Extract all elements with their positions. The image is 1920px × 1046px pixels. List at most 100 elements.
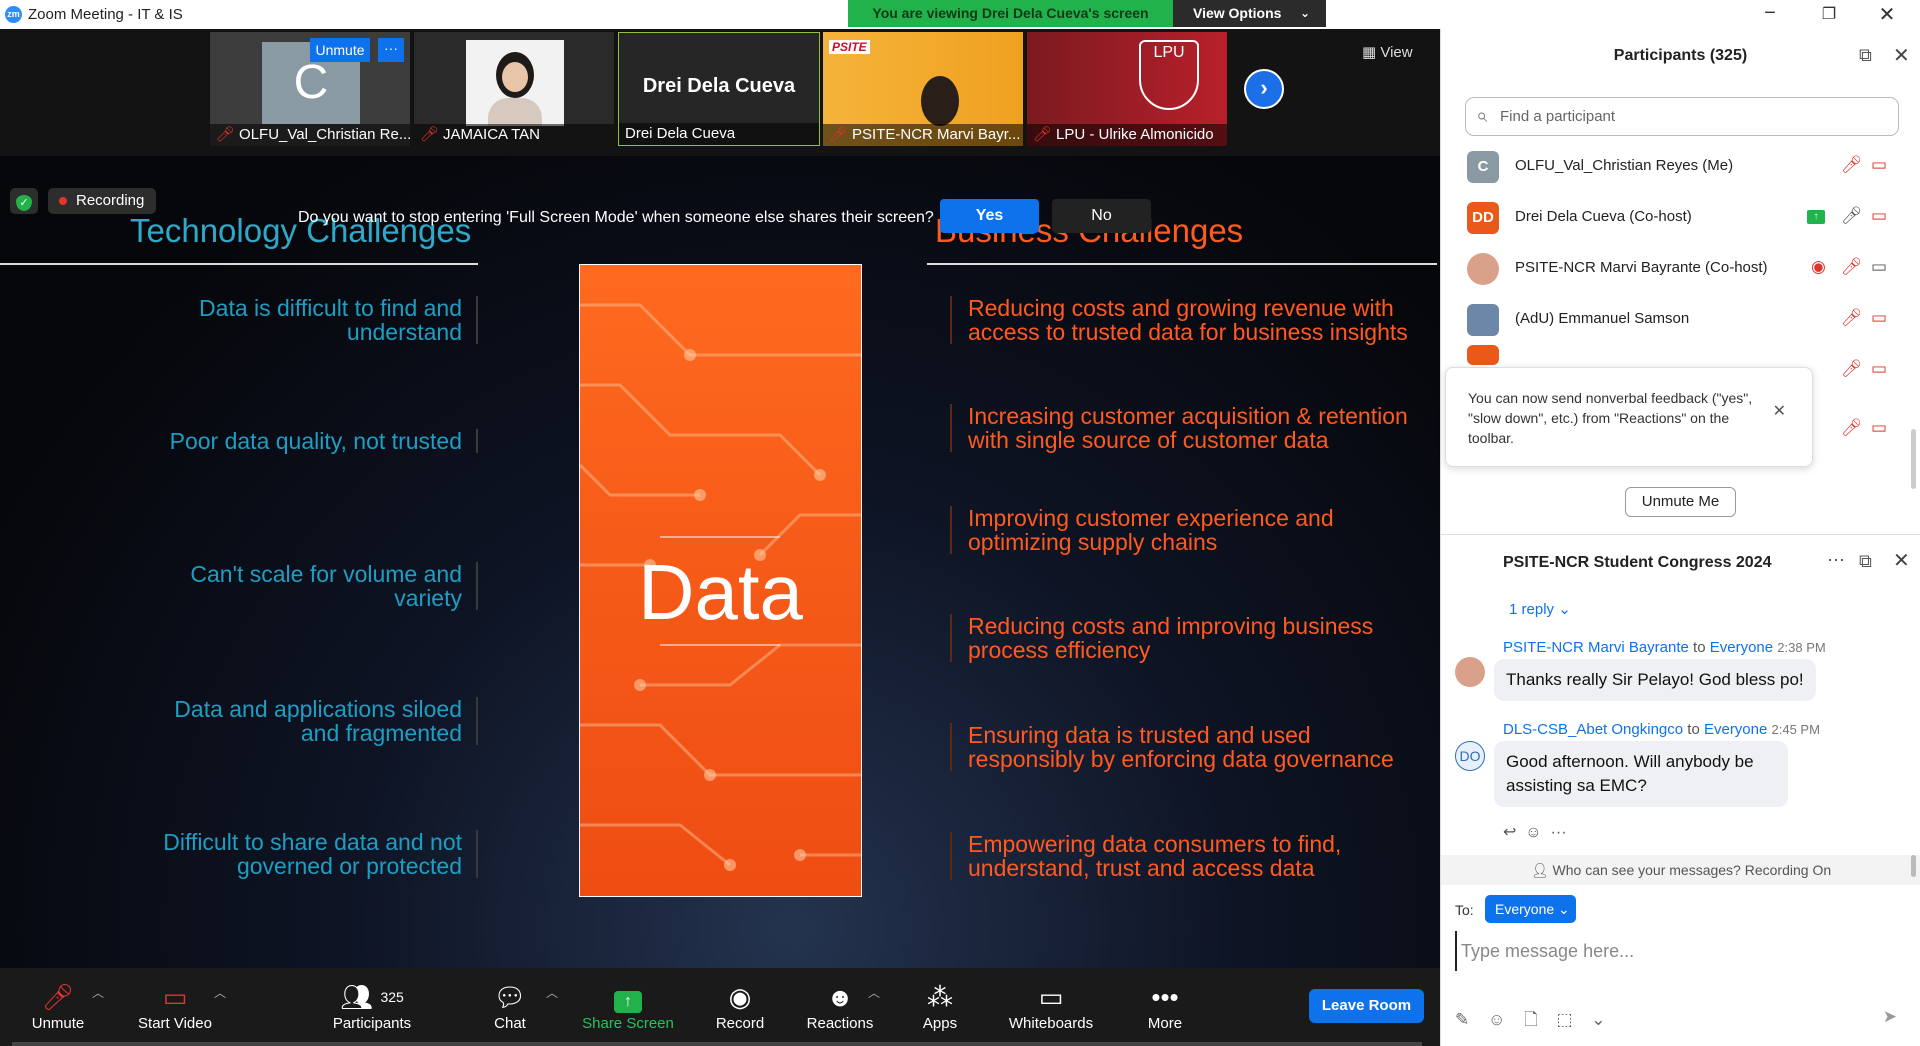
send-icon[interactable]: ➤ — [1883, 1007, 1897, 1027]
thumbnail-name-text: PSITE-NCR Marvi Bayr... — [852, 126, 1021, 143]
video-thumbnail-active-speaker[interactable]: Drei Dela Cueva Drei Dela Cueva — [618, 32, 820, 146]
participant-name: Drei Dela Cueva (Co-host) — [1515, 208, 1692, 225]
reply-count: 1 reply — [1509, 601, 1555, 618]
video-off-icon: ▭ — [1871, 359, 1888, 378]
message-input[interactable]: Type message here... — [1455, 931, 1905, 971]
message-sender[interactable]: PSITE-NCR Marvi Bayrante — [1503, 639, 1689, 656]
share-screen-button[interactable]: ↑ Share Screen — [578, 968, 678, 1046]
video-thumbnail[interactable]: LPU 🎤︎ LPU - Ulrike Almonicido — [1027, 32, 1227, 146]
file-icon[interactable]: 🗋 — [1524, 1010, 1538, 1029]
business-challenge-item: Ensuring data is trusted and used respon… — [950, 723, 1420, 771]
participants-count: 325 — [380, 989, 404, 1005]
apps-button[interactable]: ⁂ Apps — [900, 968, 980, 1046]
more-options-button[interactable]: ··· — [378, 38, 404, 62]
mic-muted-icon: 🎤︎ — [1841, 308, 1863, 327]
psite-logo: PSITE — [829, 40, 870, 54]
participant-search-input[interactable]: Find a participant — [1465, 97, 1899, 136]
apps-label: Apps — [922, 1015, 958, 1032]
chat-button[interactable]: 💬︎ Chat — [478, 968, 542, 1046]
record-label: Record — [715, 1015, 765, 1032]
close-icon[interactable]: ✕ — [1893, 548, 1910, 573]
participant-row[interactable]: PSITE-NCR Marvi Bayrante (Co-host) ◉ 🎤︎ … — [1441, 243, 1911, 294]
chevron-down-icon: ⌄ — [1299, 6, 1310, 20]
unmute-button[interactable]: Unmute — [310, 38, 370, 62]
lpu-seal-logo: LPU — [1139, 40, 1199, 110]
participant-video — [466, 40, 564, 126]
video-off-icon: ▭ — [1871, 155, 1888, 174]
avatar: DO — [1455, 741, 1485, 771]
more-label: More — [1147, 1015, 1183, 1032]
emoji-icon[interactable]: ☺ — [1525, 824, 1541, 841]
next-page-button[interactable]: › — [1244, 69, 1284, 109]
message-sender[interactable]: DLS-CSB_Abet Ongkingco — [1503, 721, 1683, 738]
leave-room-button[interactable]: Leave Room — [1309, 989, 1424, 1023]
unmute-toolbar-button[interactable]: 🎤︎ Unmute — [18, 968, 98, 1046]
thumbnail-name: 🎤︎ LPU - Ulrike Almonicido — [1027, 124, 1227, 146]
view-options-button[interactable]: View Options ⌄ — [1173, 0, 1326, 27]
whiteboards-button[interactable]: ▭ Whiteboards — [1000, 968, 1102, 1046]
divider — [0, 263, 478, 265]
tech-challenge-item: Data and applications siloed and fragmen… — [158, 697, 478, 745]
reply-thread-link[interactable]: 1 reply ⌄ — [1509, 600, 1571, 618]
record-button[interactable]: ◉ Record — [700, 968, 780, 1046]
chat-message[interactable]: Good afternoon. Will anybody be assistin… — [1494, 741, 1788, 807]
message-recipient: Everyone — [1709, 639, 1774, 656]
start-video-button[interactable]: ▭ Start Video — [130, 968, 220, 1046]
close-icon[interactable]: ✕ — [1773, 402, 1786, 422]
popout-icon[interactable]: ⧉ — [1859, 45, 1872, 66]
chat-options-caret-icon[interactable]: ︿ — [546, 984, 558, 1001]
horizontal-scrollbar[interactable] — [12, 1042, 1422, 1046]
security-button[interactable]: ✓ — [10, 188, 38, 214]
popout-icon[interactable]: ⧉ — [1859, 551, 1872, 572]
more-icon[interactable]: ··· — [1827, 549, 1845, 570]
video-thumbnail[interactable]: 🎤︎ JAMAICA TAN — [414, 32, 614, 146]
recipient-select[interactable]: Everyone ⌄ — [1485, 895, 1576, 923]
participant-row[interactable]: (AdU) Emmanuel Samson 🎤︎ ▭ — [1441, 294, 1911, 345]
yes-button[interactable]: Yes — [940, 199, 1039, 233]
participants-panel-title: Participants (325) — [1613, 47, 1748, 64]
audio-options-caret-icon[interactable]: ︿ — [92, 984, 104, 1001]
restore-icon[interactable]: ❐ — [1814, 4, 1844, 24]
message-visibility-link[interactable]: 👤︎ Who can see your messages? Recording … — [1441, 855, 1920, 885]
sharing-icon: ↑ — [1807, 210, 1825, 224]
mic-muted-icon: 🎤︎ — [420, 126, 440, 143]
format-icon[interactable]: ✎ — [1455, 1010, 1469, 1029]
no-button[interactable]: No — [1052, 199, 1151, 233]
video-thumbnail[interactable]: PSITE 🎤︎ PSITE-NCR Marvi Bayr... — [823, 32, 1023, 146]
data-center-panel: Data — [579, 264, 862, 897]
recording-indicator[interactable]: Recording — [48, 188, 156, 214]
message-recipient: Everyone — [1703, 721, 1768, 738]
participant-row[interactable]: C OLFU_Val_Christian Reyes (Me) 🎤︎ ▭ — [1441, 141, 1911, 192]
chat-scrollbar[interactable] — [1911, 855, 1916, 877]
mic-muted-icon: 🎤︎ — [1841, 359, 1863, 378]
view-button[interactable]: ▦ View — [1362, 43, 1413, 61]
screenshot-icon[interactable]: ⬚ — [1556, 1010, 1572, 1029]
more-button[interactable]: ••• More — [1125, 968, 1205, 1046]
emoji-icon[interactable]: ☺ — [1488, 1010, 1505, 1029]
minimize-icon[interactable]: − — [1755, 2, 1785, 25]
participants-scrollbar[interactable] — [1911, 429, 1916, 489]
reactions-label: Reactions — [806, 1015, 874, 1032]
tech-challenge-item: Can't scale for volume and variety — [158, 562, 478, 610]
chevron-down-icon: ⌄ — [1558, 601, 1571, 618]
video-options-caret-icon[interactable]: ︿ — [214, 984, 226, 1001]
reactions-caret-icon[interactable]: ︿ — [868, 984, 880, 1001]
viewing-banner: You are viewing Drei Dela Cueva's screen — [848, 0, 1173, 27]
whiteboard-icon: ▭ — [1038, 982, 1064, 1012]
close-icon[interactable]: ✕ — [1893, 43, 1910, 68]
participant-row[interactable]: DD Drei Dela Cueva (Co-host) ↑ 🎤︎ ▭ — [1441, 192, 1911, 243]
chat-message[interactable]: Thanks really Sir Pelayo! God bless po! — [1494, 659, 1816, 701]
unmute-me-button[interactable]: Unmute Me — [1625, 487, 1736, 517]
business-challenge-item: Empowering data consumers to find, under… — [950, 832, 1420, 880]
chevron-down-icon[interactable]: ⌄ — [1591, 1010, 1605, 1029]
close-icon[interactable]: ✕ — [1872, 2, 1902, 27]
participants-button[interactable]: 👥︎ 325 Participants — [322, 968, 422, 1046]
video-thumbnail[interactable]: C Unmute ··· 🎤︎ OLFU_Val_Christian Re... — [210, 32, 410, 146]
reactions-button[interactable]: ☻ Reactions — [800, 968, 880, 1046]
to-label: To: — [1455, 902, 1474, 918]
thumbnail-name: 🎤︎ JAMAICA TAN — [414, 124, 614, 146]
reply-icon[interactable]: ↩︎ — [1503, 824, 1516, 841]
chat-tools: ✎ ☺ 🗋 ⬚ ⌄ ➤ — [1455, 1007, 1911, 1037]
thumbnail-name-text: LPU - Ulrike Almonicido — [1056, 126, 1214, 143]
more-icon[interactable]: ··· — [1551, 824, 1567, 841]
